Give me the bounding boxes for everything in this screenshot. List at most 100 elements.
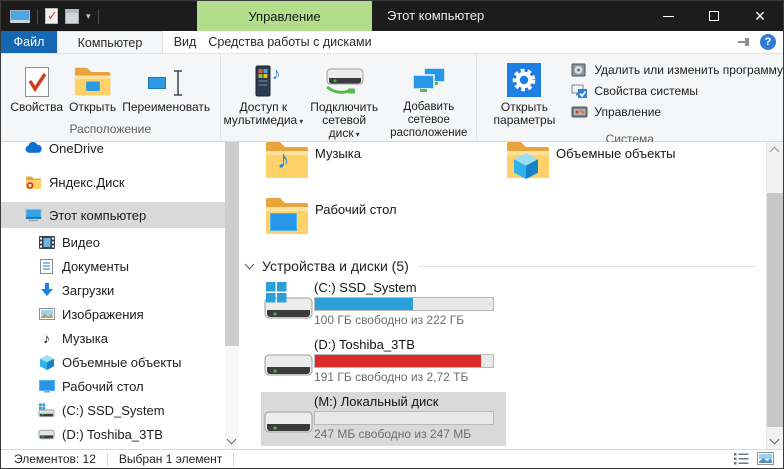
folder-icon	[265, 196, 309, 236]
qat-separator	[98, 9, 99, 24]
documents-icon	[38, 258, 55, 275]
contextual-tab-header-manage[interactable]: Управление	[197, 1, 372, 31]
dropdown-caret-icon: ▾	[356, 130, 360, 139]
properties-qat-icon[interactable]: ✓	[45, 8, 58, 24]
folder-label: Музыка	[315, 146, 361, 161]
sidebar-scrollbar[interactable]	[225, 142, 239, 449]
details-view-button[interactable]	[734, 452, 749, 468]
drive-tile-c[interactable]: (C:) SSD_System 100 ГБ свободно из 222 Г…	[261, 278, 506, 332]
collapse-chevron-icon[interactable]	[245, 259, 255, 269]
close-button[interactable]: ×	[737, 1, 783, 31]
sidebar-item-desktop[interactable]: Рабочий стол	[1, 374, 225, 398]
help-icon[interactable]: ?	[760, 34, 776, 50]
drive-c-icon	[38, 402, 55, 419]
drive-usage-fill	[315, 355, 481, 367]
sidebar-item-videos[interactable]: Видео	[1, 230, 225, 254]
sidebar-item-drive-d[interactable]: (D:) Toshiba_3TB	[1, 422, 225, 446]
sidebar-item-documents[interactable]: Документы	[1, 254, 225, 278]
minimize-button[interactable]	[645, 1, 691, 31]
sidebar-item-this-pc[interactable]: Этот компьютер	[1, 202, 225, 228]
sidebar-item-music[interactable]: ♪ Музыка	[1, 326, 225, 350]
sidebar-item-3d-objects[interactable]: Объемные объекты	[1, 350, 225, 374]
drive-tile-m-selected[interactable]: (M:) Локальный диск 247 МБ свободно из 2…	[261, 392, 506, 446]
rename-label: Переименовать	[122, 101, 210, 114]
sidebar-item-label: (D:) Toshiba_3TB	[62, 427, 163, 442]
folder-tile-3d-objects[interactable]: Объемные объекты	[502, 142, 742, 191]
window-title: Этот компьютер	[387, 1, 484, 31]
sidebar-item-label: Рабочий стол	[62, 379, 144, 394]
drive-usage-bar	[314, 411, 494, 425]
sidebar-item-label: Объемные объекты	[62, 355, 182, 370]
add-network-location-button[interactable]: Добавить сетевое расположение	[382, 57, 475, 143]
sidebar-scroll-down-icon[interactable]	[228, 436, 235, 443]
minimize-icon	[663, 16, 674, 17]
uninstall-program-button[interactable]: Удалить или изменить программу	[570, 62, 783, 78]
folder-tile-desktop[interactable]: Рабочий стол	[261, 195, 501, 247]
open-button[interactable]: Открыть	[66, 57, 119, 117]
sidebar-item-label: Изображения	[62, 307, 144, 322]
section-divider	[418, 266, 756, 267]
window-controls: ×	[645, 1, 783, 31]
rename-button[interactable]: Переименовать	[119, 57, 213, 117]
open-settings-button[interactable]: Открыть параметры	[491, 57, 559, 130]
this-pc-icon[interactable]	[10, 10, 30, 23]
pin-ribbon-icon[interactable]	[738, 37, 751, 47]
qat-customize-caret-icon[interactable]: ▾	[86, 11, 91, 22]
open-settings-label: Открыть параметры	[494, 101, 556, 127]
system-small-buttons: Удалить или изменить программу Свойства …	[570, 57, 783, 120]
sidebar-item-onedrive[interactable]: OneDrive	[1, 142, 225, 160]
desktop-icon	[38, 378, 55, 395]
tab-file[interactable]: Файл	[1, 31, 57, 53]
manage-button[interactable]: Управление	[570, 104, 661, 120]
sidebar-item-downloads[interactable]: Загрузки	[1, 278, 225, 302]
sidebar-item-pictures[interactable]: Изображения	[1, 302, 225, 326]
properties-button[interactable]: Свойства	[7, 57, 66, 117]
music-note-icon: ♪	[277, 146, 290, 175]
media-access-icon: ♪	[248, 60, 278, 97]
tab-disk-tools[interactable]: Средства работы с дисками	[207, 31, 373, 53]
ribbon-group-location: Свойства Открыть	[1, 54, 220, 141]
section-header-devices[interactable]: Устройства и диски (5)	[246, 258, 756, 274]
rename-icon	[148, 60, 185, 97]
map-network-drive-button[interactable]: Подключить сетевой диск▾	[306, 57, 382, 144]
downloads-icon	[38, 282, 55, 299]
system-properties-button[interactable]: Свойства системы	[570, 83, 698, 99]
tab-view[interactable]: Вид	[163, 31, 207, 53]
thumbnails-view-button[interactable]	[757, 452, 774, 468]
new-folder-qat-icon[interactable]	[65, 9, 79, 24]
tab-computer[interactable]: Компьютер	[57, 31, 163, 53]
this-pc-icon	[25, 207, 42, 224]
cube-icon	[38, 354, 55, 371]
sidebar-item-drive-c[interactable]: (C:) SSD_System	[1, 398, 225, 422]
scroll-down-icon[interactable]	[771, 436, 778, 443]
manage-label: Управление	[594, 105, 661, 119]
ribbon-group-network: ♪ Доступ к мультимедиа▾	[220, 54, 476, 141]
drive-usage-bar	[314, 354, 494, 368]
sidebar-scrollbar-thumb[interactable]	[225, 142, 239, 346]
drive-tile-d[interactable]: (D:) Toshiba_3TB 191 ГБ свободно из 2,72…	[261, 335, 506, 389]
section-title: Устройства и диски (5)	[262, 258, 409, 274]
system-properties-icon	[570, 83, 588, 99]
sidebar-item-label: Видео	[62, 235, 100, 250]
vertical-scrollbar[interactable]	[766, 142, 783, 449]
sidebar-item-label: OneDrive	[49, 142, 104, 156]
drive-name: (C:) SSD_System	[314, 280, 494, 296]
system-properties-label: Свойства системы	[594, 84, 698, 98]
scroll-up-icon[interactable]	[771, 148, 778, 155]
status-items-count: Элементов: 12	[14, 452, 96, 466]
explorer-body: OneDrive Яндекс.Диск	[1, 142, 783, 449]
maximize-button[interactable]	[691, 1, 737, 31]
navigation-pane: OneDrive Яндекс.Диск	[1, 142, 225, 449]
add-network-location-label: Добавить сетевое расположение	[385, 101, 472, 140]
status-selection: Выбран 1 элемент	[119, 452, 222, 466]
properties-label: Свойства	[10, 101, 63, 114]
drive-usage-fill	[315, 298, 413, 310]
drive-usage-bar	[314, 297, 494, 311]
folder-tile-music[interactable]: ♪ Музыка	[261, 142, 501, 191]
media-access-button[interactable]: ♪ Доступ к мультимедиа▾	[221, 57, 307, 131]
drive-free-space: 100 ГБ свободно из 222 ГБ	[314, 313, 494, 327]
sidebar-item-yandex-disk[interactable]: Яндекс.Диск	[1, 170, 225, 194]
qat-separator	[37, 9, 38, 24]
status-separator	[233, 453, 234, 466]
scrollbar-thumb[interactable]	[767, 193, 783, 427]
